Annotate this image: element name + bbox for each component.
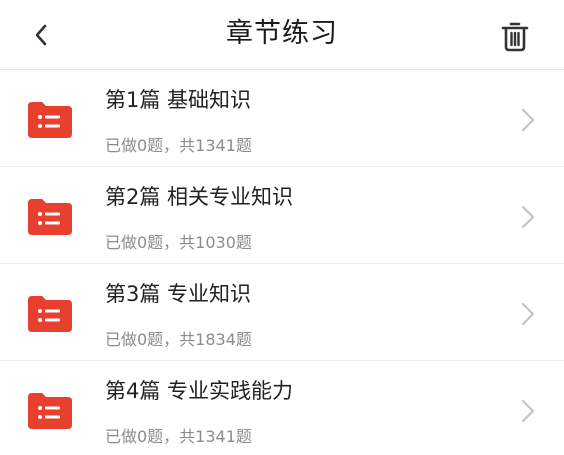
chapter-item-4[interactable]: 第4篇 专业实践能力 已做0题，共1341题 xyxy=(0,361,564,455)
chevron-right-icon xyxy=(521,108,535,132)
chapter-title: 第2篇 相关专业知识 xyxy=(105,185,294,209)
chapter-item-2[interactable]: 第2篇 相关专业知识 已做0题，共1030题 xyxy=(0,167,564,264)
folder-list-icon xyxy=(28,393,72,429)
chapter-progress: 已做0题，共1030题 xyxy=(105,233,252,252)
top-nav-bar: 章节练习 xyxy=(0,0,564,70)
chapter-list: 第1篇 基础知识 已做0题，共1341题 第2篇 相关专业知识 已做0题，共10… xyxy=(0,70,564,455)
chapter-progress: 已做0题，共1834题 xyxy=(105,330,252,349)
trash-icon xyxy=(501,22,529,52)
chapter-title: 第3篇 专业知识 xyxy=(105,282,252,306)
chapter-item-1[interactable]: 第1篇 基础知识 已做0题，共1341题 xyxy=(0,70,564,167)
chapter-progress: 已做0题，共1341题 xyxy=(105,427,252,446)
chevron-right-icon xyxy=(521,205,535,229)
delete-button[interactable] xyxy=(498,18,532,54)
back-button[interactable] xyxy=(24,19,58,51)
folder-list-icon xyxy=(28,102,72,138)
folder-list-icon xyxy=(28,199,72,235)
chapter-title: 第4篇 专业实践能力 xyxy=(105,379,294,403)
chapter-progress: 已做0题，共1341题 xyxy=(105,136,252,155)
chapter-title: 第1篇 基础知识 xyxy=(105,88,252,112)
chevron-right-icon xyxy=(521,399,535,423)
folder-list-icon xyxy=(28,296,72,332)
chevron-right-icon xyxy=(521,302,535,326)
chapter-item-3[interactable]: 第3篇 专业知识 已做0题，共1834题 xyxy=(0,264,564,361)
page-title: 章节练习 xyxy=(226,18,338,49)
chevron-left-icon xyxy=(35,24,47,46)
